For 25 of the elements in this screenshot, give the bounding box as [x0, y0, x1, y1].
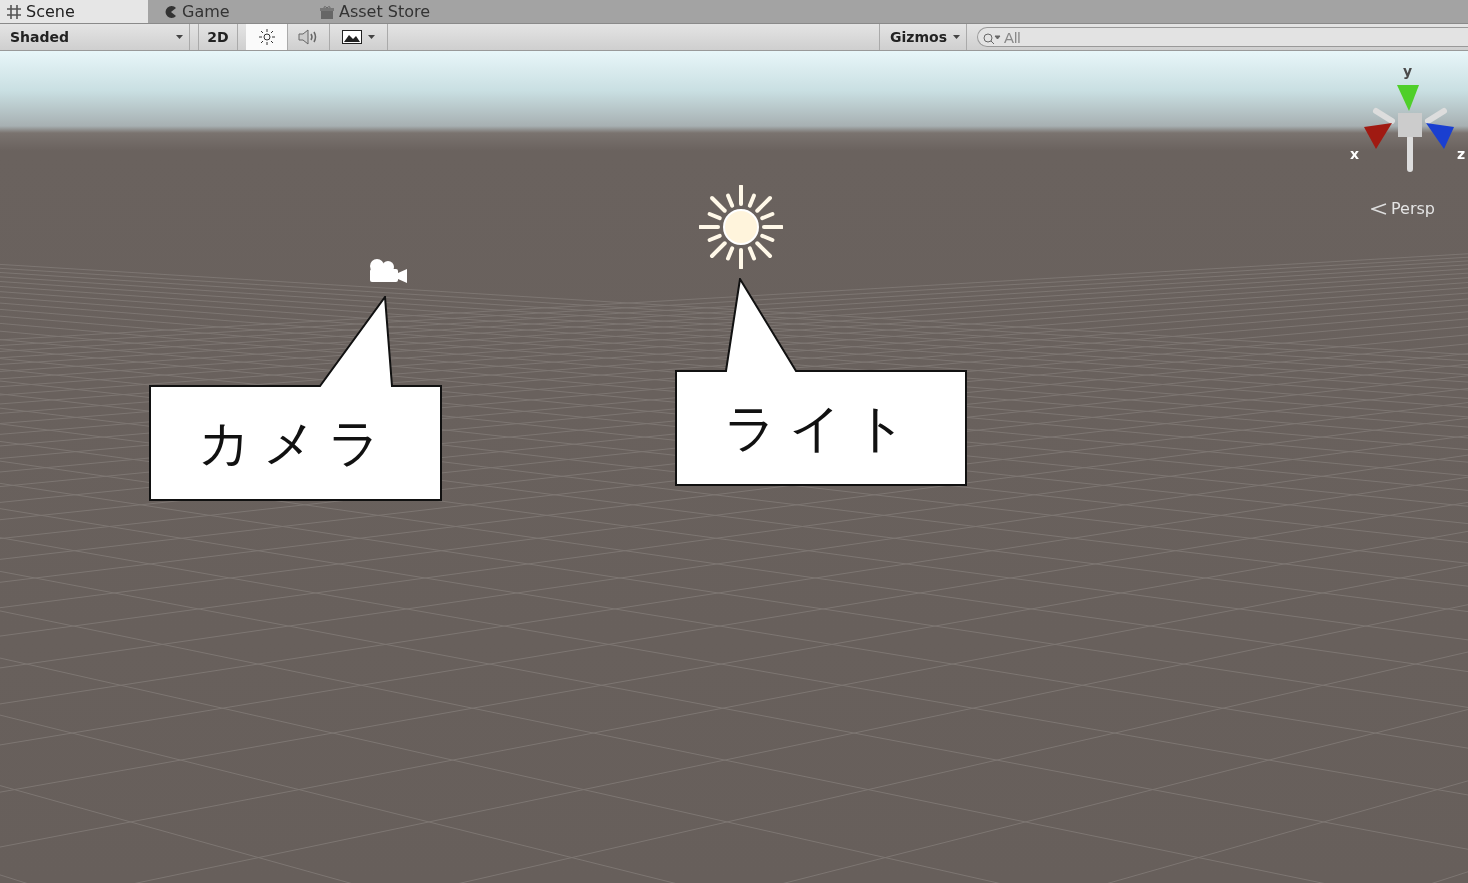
- gift-box-icon: [319, 3, 335, 20]
- caret-icon: [953, 35, 960, 39]
- callout-text: ライト: [722, 397, 920, 460]
- 2d-toggle[interactable]: 2D: [198, 24, 238, 50]
- sun-icon: [699, 185, 783, 269]
- caret-icon: [176, 35, 183, 39]
- axis-label: y: [1403, 63, 1413, 79]
- chevron-icon: [1371, 203, 1387, 215]
- tab[interactable]: Scene: [0, 0, 148, 23]
- caret-icon: [368, 35, 375, 39]
- grid-icon: [6, 3, 22, 20]
- image-icon: [342, 30, 362, 44]
- search-field[interactable]: All: [977, 27, 1468, 47]
- projection-label[interactable]: Persp: [1391, 199, 1435, 218]
- gizmos-dropdown[interactable]: Gizmos: [879, 24, 967, 50]
- tab[interactable]: Game: [148, 0, 303, 23]
- sun-icon: [258, 29, 275, 45]
- axis-label: x: [1350, 146, 1360, 162]
- light-toggle[interactable]: [246, 24, 288, 50]
- axis-label: z: [1457, 146, 1466, 162]
- pacman-icon: [164, 4, 178, 19]
- callout-text: カメラ: [197, 412, 394, 475]
- tab[interactable]: Asset Store: [303, 0, 458, 23]
- shading-dropdown[interactable]: Shaded: [0, 24, 190, 50]
- search-icon: [983, 33, 1001, 45]
